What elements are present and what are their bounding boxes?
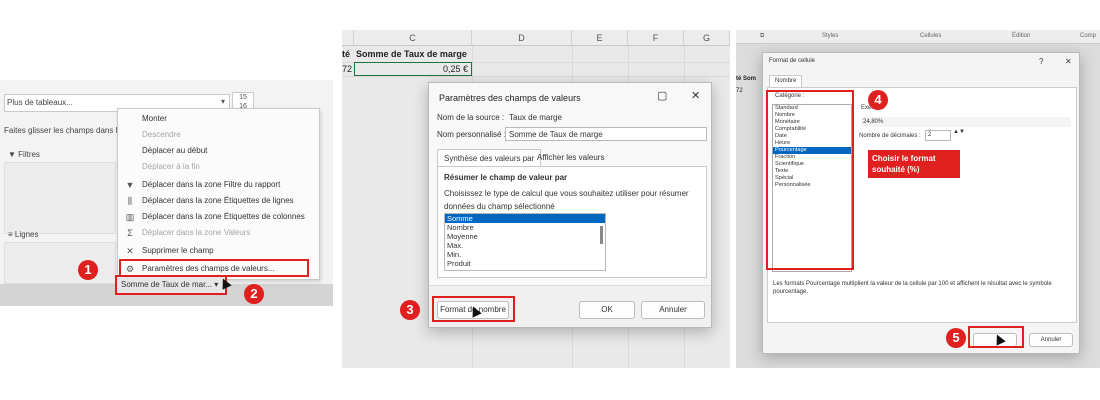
dropdown-arrow-icon[interactable]: ▾	[221, 97, 225, 106]
menu-item-remove-field[interactable]: ✕ Supprimer le champ	[118, 243, 321, 259]
description-line: données du champ sélectionné	[444, 202, 555, 211]
column-header-f[interactable]: F	[628, 30, 684, 46]
cancel-button[interactable]: Annuler	[641, 301, 705, 319]
truncated-cell: té	[342, 49, 351, 59]
drag-fields-hint: Faites glisser les champs dans l	[4, 126, 118, 135]
columns-icon: ▥	[125, 212, 135, 222]
cancel-button[interactable]: Annuler	[1029, 333, 1073, 347]
source-name-label: Nom de la source :	[437, 113, 505, 122]
menu-item-move-to-filter[interactable]: ▼ Déplacer dans la zone Filtre du rapport	[118, 177, 321, 193]
menu-item-move-to-columns[interactable]: ▥ Déplacer dans la zone Étiquettes de col…	[118, 209, 321, 225]
field-context-menu: Monter Descendre Déplacer au début Dépla…	[117, 108, 320, 280]
custom-name-label: Nom personnalisé :	[437, 130, 506, 139]
source-name-value: Taux de marge	[509, 113, 562, 122]
section-title: Résumer le champ de valeur par	[444, 173, 568, 182]
decimals-input[interactable]: 2	[925, 130, 951, 141]
tab-content: Résumer le champ de valeur par Choisisse…	[437, 166, 707, 278]
row-header-corner	[342, 30, 354, 46]
column-header-d[interactable]: D	[472, 30, 572, 46]
column-header-c[interactable]: C	[354, 30, 472, 46]
row-number: 72	[736, 88, 743, 94]
ribbon-group-editing: Édition	[1012, 33, 1031, 39]
step-badge-3: 3	[400, 300, 420, 320]
sigma-icon: Σ	[127, 228, 133, 238]
example-value: 24,80%	[861, 117, 1071, 127]
callout-choose-format: Choisir le format souhaité (%)	[868, 150, 960, 178]
dialog-title: Paramètres des champs de valeurs	[439, 93, 581, 103]
step-badge-5: 5	[946, 328, 966, 348]
list-scrollbar[interactable]	[600, 226, 603, 244]
ok-button[interactable]: OK	[579, 301, 635, 319]
tab-show-values-as[interactable]: Afficher les valeurs	[531, 149, 610, 167]
list-item[interactable]: Min.	[445, 250, 605, 259]
menu-item-move-to-values: Σ Déplacer dans la zone Valeurs	[118, 225, 321, 241]
menu-item-move-to-rows[interactable]: ⫼ Déplacer dans la zone Étiquettes de lig…	[118, 193, 321, 209]
list-item[interactable]: Produit	[445, 259, 605, 268]
value-field-settings-dialog: Paramètres des champs de valeurs ▢ ✕ Nom…	[428, 82, 712, 328]
rows-drop-zone[interactable]	[4, 242, 116, 284]
menu-item-move-first[interactable]: Déplacer au début	[118, 143, 321, 159]
maximize-icon[interactable]: ▢	[657, 89, 667, 102]
filters-heading: ▼ Filtres	[8, 150, 40, 159]
ribbon-launcher-icon[interactable]: ⧉	[760, 33, 764, 40]
menu-item-move-last: Déplacer à la fin	[142, 162, 200, 171]
pivot-header-cell[interactable]: Somme de Taux de marge	[356, 49, 467, 59]
rows-icon: ≡	[8, 230, 13, 239]
step-badge-4: 4	[868, 90, 888, 110]
tab-number[interactable]: Nombre	[769, 75, 803, 87]
list-item[interactable]: Somme	[445, 214, 605, 223]
filter-icon: ▼	[8, 150, 16, 159]
highlight-value-field-pill	[115, 275, 227, 295]
format-description: pourcentage.	[773, 289, 809, 295]
pivot-field-list-panel: Plus de tableaux... ▾ 15 16 Faites gliss…	[0, 80, 333, 306]
list-item[interactable]: Moyenne	[445, 232, 605, 241]
close-icon[interactable]: ✕	[691, 89, 700, 102]
custom-name-input[interactable]: Somme de Taux de marge	[505, 127, 707, 141]
tab-summarize-by[interactable]: Synthèse des valeurs par	[437, 149, 542, 167]
help-icon[interactable]: ?	[1039, 57, 1043, 66]
ribbon-group-bar: ⧉ Styles Cellules Édition Comp	[736, 30, 1100, 44]
filters-drop-zone[interactable]	[4, 162, 116, 234]
combo-value: Plus de tableaux...	[7, 98, 73, 107]
value-field-settings-panel: C D E F G té Somme de Taux de marge 72 0…	[342, 30, 730, 368]
column-header-g[interactable]: G	[684, 30, 730, 46]
row-number: 15	[239, 94, 247, 101]
step-badge-2: 2	[244, 284, 264, 304]
selected-value-cell[interactable]: 0,25 €	[354, 62, 472, 76]
row-number: 72	[342, 64, 353, 74]
menu-item-descendre: Descendre	[142, 130, 181, 139]
ribbon-group-comp: Comp	[1080, 33, 1097, 39]
column-header-e[interactable]: E	[572, 30, 628, 46]
list-item[interactable]: Nombre	[445, 223, 605, 232]
ribbon-group-cells: Cellules	[920, 33, 942, 39]
rows-heading: ≡ Lignes	[8, 230, 38, 239]
close-icon[interactable]: ✕	[1065, 57, 1072, 66]
close-icon: ✕	[126, 246, 134, 256]
ribbon-group-styles: Styles	[822, 33, 839, 39]
menu-item-monter[interactable]: Monter	[118, 111, 321, 127]
rows-icon: ⫼	[127, 196, 133, 206]
description-line: Choisissez le type de calcul que vous so…	[444, 189, 689, 198]
highlight-category-list	[766, 90, 854, 270]
dialog-title: Format de cellule	[769, 58, 816, 64]
filter-icon: ▼	[125, 180, 135, 190]
format-cells-panel: ⧉ Styles Cellules Édition Comp té Som 72…	[736, 30, 1100, 368]
decimals-label: Nombre de décimales :	[859, 133, 921, 139]
grid-line	[342, 76, 730, 77]
summary-function-list[interactable]: Somme Nombre Moyenne Max. Min. Produit	[444, 213, 606, 271]
rows-label: Lignes	[14, 230, 39, 239]
decimals-stepper-icon[interactable]: ▲▼	[953, 129, 965, 135]
truncated-header: té Som	[736, 76, 757, 82]
format-description: Les formats Pourcentage multiplient la v…	[773, 281, 1052, 287]
filters-label: Filtres	[18, 150, 40, 159]
step-badge-1: 1	[78, 260, 98, 280]
list-item[interactable]: Max.	[445, 241, 605, 250]
